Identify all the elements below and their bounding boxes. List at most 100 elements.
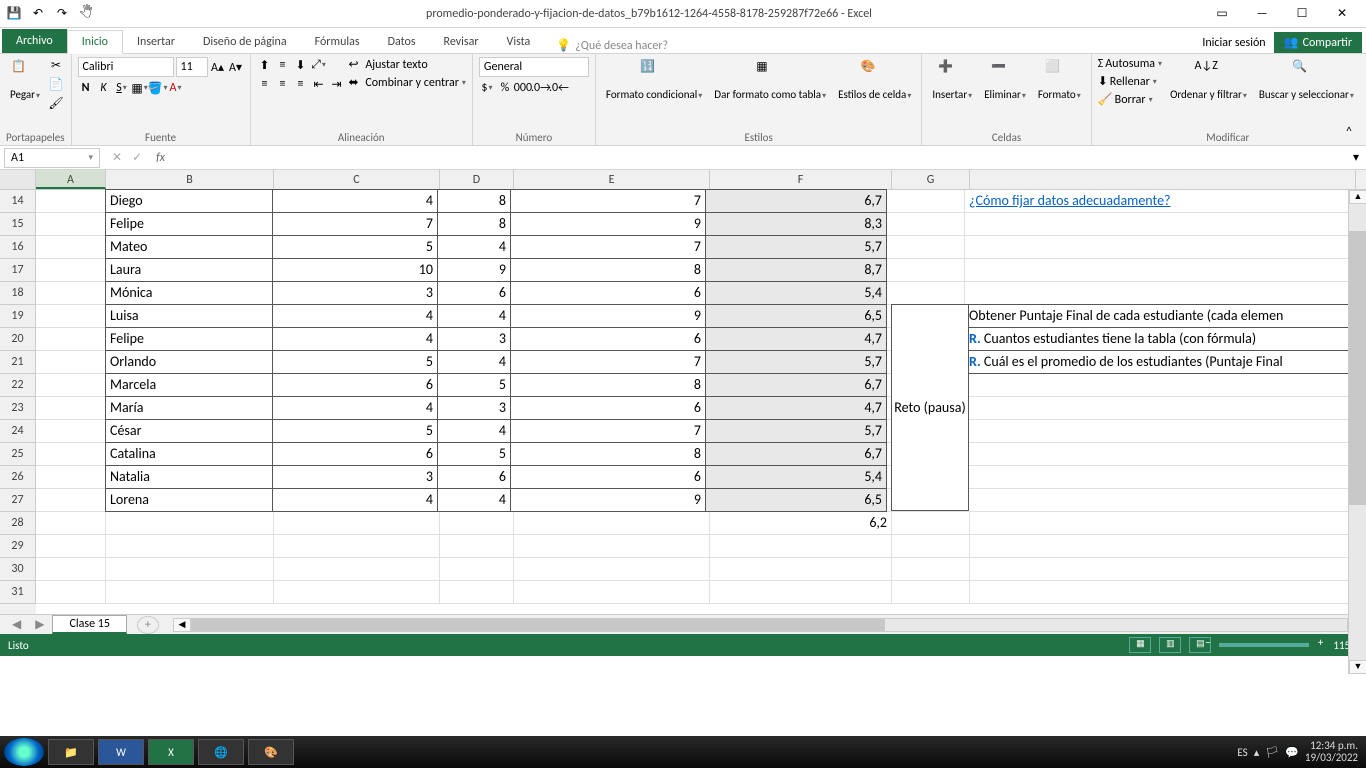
cell[interactable] [36, 190, 106, 213]
select-all-corner[interactable] [0, 170, 36, 189]
col-header-a[interactable]: A [36, 170, 106, 189]
col-header-c[interactable]: C [274, 170, 440, 189]
cell[interactable] [36, 236, 106, 259]
row-header[interactable]: 16 [0, 236, 36, 259]
tray-flag-icon[interactable]: 🏳 [1265, 746, 1279, 759]
col-header-d[interactable]: D [440, 170, 514, 189]
fill-color-icon[interactable]: 🪣 [150, 80, 166, 96]
cell[interactable] [892, 558, 970, 581]
cell[interactable]: Orlando [105, 350, 273, 374]
paste-button[interactable]: 📋 Pegar [6, 57, 44, 103]
cell[interactable]: Felipe [105, 327, 273, 351]
row-header[interactable]: 23 [0, 397, 36, 420]
cell[interactable]: 6 [510, 281, 706, 305]
cell[interactable] [274, 558, 440, 581]
copy-icon[interactable]: 📄 [48, 76, 64, 92]
cell[interactable]: 8 [510, 258, 706, 282]
cell[interactable]: Mateo [105, 235, 273, 259]
collapse-ribbon-icon[interactable]: ^ [1346, 125, 1362, 141]
formula-input[interactable] [171, 148, 1346, 168]
cell[interactable] [36, 213, 106, 236]
cell[interactable]: 6 [272, 442, 438, 466]
italic-icon[interactable]: K [96, 80, 112, 96]
row-header[interactable]: 24 [0, 420, 36, 443]
row-header[interactable]: 28 [0, 512, 36, 535]
row-header[interactable]: 17 [0, 259, 36, 282]
cell[interactable]: Catalina [105, 442, 273, 466]
share-button[interactable]: 👥 Compartir [1274, 32, 1362, 53]
cell[interactable] [965, 236, 1351, 259]
cell[interactable]: 9 [510, 212, 706, 236]
format-cells-button[interactable]: ⬜Formato [1034, 57, 1085, 103]
align-top-icon[interactable]: ⬆ [257, 57, 273, 73]
orientation-icon[interactable]: ⤢ [311, 57, 327, 73]
cell[interactable]: 6,2 [710, 512, 892, 535]
cell[interactable]: Diego [105, 189, 273, 213]
language-indicator[interactable]: ES [1237, 746, 1247, 759]
cell[interactable] [965, 374, 1351, 397]
cell[interactable] [36, 489, 106, 512]
cell[interactable]: 4 [272, 488, 438, 512]
col-header-f[interactable]: F [710, 170, 892, 189]
col-header-g[interactable]: G [892, 170, 970, 189]
cell[interactable]: 4 [437, 419, 511, 443]
cell[interactable]: 5,7 [705, 235, 887, 259]
undo-icon[interactable]: ↶ [30, 6, 46, 22]
cell[interactable]: Reto (pausa) [891, 304, 969, 511]
start-button[interactable] [4, 738, 44, 766]
format-as-table-button[interactable]: ▦Dar formato como tabla [710, 57, 830, 103]
cell[interactable] [36, 282, 106, 305]
cell-styles-button[interactable]: 🎨Estilos de celda [834, 57, 915, 103]
increase-indent-icon[interactable]: ⇥ [329, 76, 345, 92]
cell[interactable]: 10 [272, 258, 438, 282]
cell[interactable] [970, 512, 1356, 535]
cell[interactable]: 9 [510, 304, 706, 328]
col-header-e[interactable]: E [514, 170, 710, 189]
cell[interactable] [36, 466, 106, 489]
tab-file[interactable]: Archivo [2, 29, 67, 53]
cell[interactable]: 5,4 [705, 465, 887, 489]
cell[interactable]: ¿Cómo fijar datos adecuadamente? [965, 190, 1351, 213]
borders-icon[interactable]: ▦ [132, 80, 148, 96]
insert-cells-button[interactable]: ➕Insertar [928, 57, 976, 103]
taskbar-word-icon[interactable]: W [98, 739, 144, 765]
cell[interactable]: Obtener Puntaje Final de cada estudiante… [964, 304, 1350, 328]
cell[interactable]: Felipe [105, 212, 273, 236]
cell[interactable] [106, 535, 274, 558]
percent-icon[interactable]: % [497, 80, 513, 96]
cell[interactable] [440, 535, 514, 558]
align-bottom-icon[interactable]: ⬇ [293, 57, 309, 73]
decrease-font-icon[interactable]: A▾ [228, 59, 244, 75]
cell[interactable]: 6,5 [705, 488, 887, 512]
tab-formulas[interactable]: Fórmulas [301, 31, 374, 53]
cell[interactable]: 6 [437, 465, 511, 489]
cell[interactable]: 3 [437, 396, 511, 420]
cell[interactable]: César [105, 419, 273, 443]
cell[interactable]: 3 [272, 281, 438, 305]
sheet-tab-active[interactable]: Clase 15 [52, 615, 126, 634]
cell[interactable] [965, 213, 1351, 236]
cell[interactable]: 7 [510, 350, 706, 374]
vertical-scrollbar[interactable]: ▲ ▼ [1348, 190, 1366, 674]
cell[interactable]: Marcela [105, 373, 273, 397]
row-header[interactable]: 15 [0, 213, 36, 236]
cell[interactable]: 6,7 [705, 442, 887, 466]
tab-view[interactable]: Vista [493, 31, 545, 53]
cell[interactable]: 6,5 [705, 304, 887, 328]
font-name-input[interactable] [78, 57, 174, 77]
conditional-format-button[interactable]: 🔢Formato condicional [602, 57, 706, 103]
cell[interactable]: 5 [437, 373, 511, 397]
page-layout-view-icon[interactable]: ▥ [1159, 637, 1181, 653]
cell[interactable]: 5 [437, 442, 511, 466]
decrease-decimal-icon[interactable]: .0← [551, 80, 567, 96]
cell[interactable]: Laura [105, 258, 273, 282]
cell[interactable] [965, 282, 1351, 305]
row-header[interactable]: 22 [0, 374, 36, 397]
row-header[interactable]: 14 [0, 190, 36, 213]
bold-icon[interactable]: N [78, 80, 94, 96]
cell[interactable] [710, 558, 892, 581]
cell[interactable]: 4 [272, 304, 438, 328]
taskbar-explorer-icon[interactable]: 📁 [48, 739, 94, 765]
cell[interactable]: Natalia [105, 465, 273, 489]
cell[interactable]: 5 [272, 350, 438, 374]
